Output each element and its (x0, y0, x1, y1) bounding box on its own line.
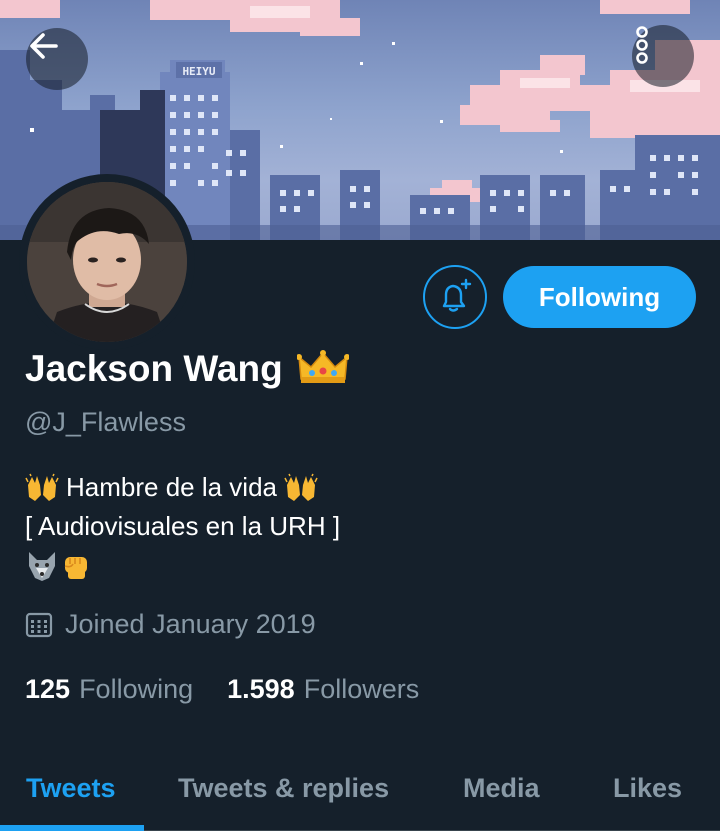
bio-text-line-1: Hambre de la vida (66, 472, 277, 502)
profile-bio: Hambre de la vida [ Audiovisuales en la … (25, 468, 340, 585)
banner-sign-text: HEIYU (182, 65, 215, 78)
overflow-menu-icon (636, 26, 648, 64)
bio-line-1: Hambre de la vida (25, 468, 340, 507)
profile-handle: @J_Flawless (25, 407, 186, 437)
followers-label: Followers (303, 674, 420, 704)
notifications-toggle-button[interactable] (423, 265, 487, 329)
following-button[interactable]: Following (503, 266, 696, 328)
wolf-icon (25, 550, 59, 582)
avatar-photo (27, 182, 187, 342)
crown-icon (295, 349, 350, 390)
profile-name-row: Jackson Wang (25, 348, 350, 390)
back-button[interactable] (26, 28, 88, 90)
profile-stats: 125 Following 1.598 Followers (25, 674, 419, 705)
joined-date: Joined January 2019 (25, 609, 316, 640)
arrow-left-icon (30, 33, 58, 59)
followers-count: 1.598 (227, 674, 295, 704)
bio-text-line-2: [ Audiovisuales en la URH ] (25, 511, 341, 541)
tab-tweets[interactable]: Tweets (26, 745, 116, 831)
joined-date-text: Joined January 2019 (65, 609, 316, 639)
bell-plus-icon (442, 278, 472, 312)
tab-media[interactable]: Media (463, 745, 540, 831)
raising-hands-icon (284, 473, 318, 503)
more-options-button[interactable] (632, 25, 694, 87)
followers-stat[interactable]: 1.598 Followers (227, 674, 419, 705)
raising-hands-icon (25, 473, 59, 503)
calendar-icon (25, 612, 53, 637)
tab-tweets-replies[interactable]: Tweets & replies (178, 745, 389, 831)
bio-line-3 (25, 546, 340, 585)
active-tab-indicator (0, 825, 144, 831)
bio-line-2: [ Audiovisuales en la URH ] (25, 507, 340, 546)
following-count: 125 (25, 674, 71, 704)
following-stat[interactable]: 125 Following (25, 674, 193, 705)
profile-tabs: Tweets Tweets & replies Media Likes (0, 745, 720, 831)
profile-avatar[interactable] (19, 174, 195, 350)
tab-likes[interactable]: Likes (613, 745, 682, 831)
profile-name: Jackson Wang (25, 348, 283, 389)
fist-icon (61, 551, 91, 581)
following-label: Following (79, 674, 194, 704)
